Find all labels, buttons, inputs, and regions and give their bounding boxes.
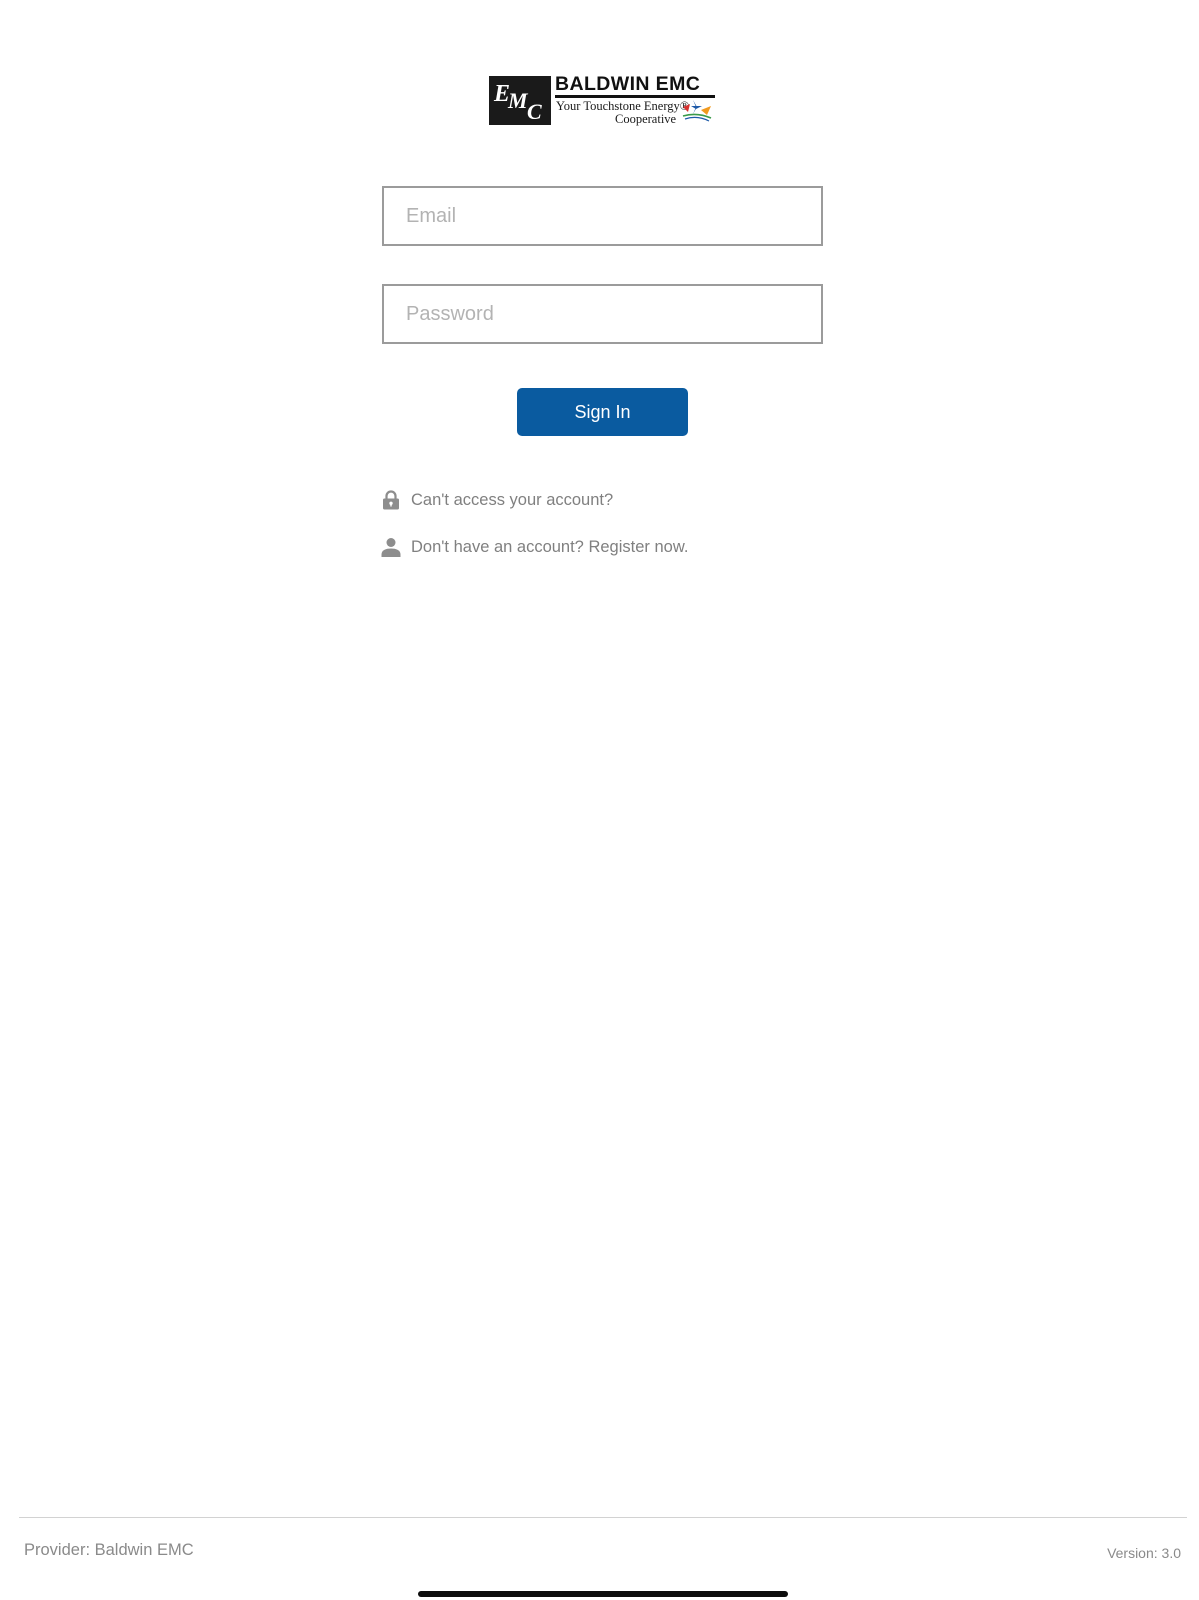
register-link[interactable]: Don't have an account? Register now. — [380, 536, 688, 558]
sign-in-button[interactable]: Sign In — [517, 388, 688, 436]
password-input[interactable] — [384, 286, 821, 342]
email-input[interactable] — [384, 188, 821, 244]
home-indicator[interactable] — [418, 1591, 788, 1597]
logo-tagline-cooperative: Cooperative — [615, 112, 677, 126]
register-label: Don't have an account? Register now. — [411, 537, 689, 556]
footer-divider — [19, 1517, 1187, 1518]
email-field-container[interactable] — [382, 186, 823, 246]
provider-text: Provider: Baldwin EMC — [24, 1541, 194, 1559]
person-icon — [380, 536, 402, 558]
touchstone-stars-icon — [682, 100, 712, 122]
cant-access-label: Can't access your account? — [411, 490, 614, 509]
emc-logo-mark: E M C — [489, 76, 551, 125]
version-text: Version: 3.0 — [1107, 1545, 1181, 1561]
lock-icon — [380, 489, 402, 511]
svg-text:C: C — [527, 99, 542, 124]
cant-access-account-link[interactable]: Can't access your account? — [380, 489, 613, 511]
logo-brand-name: BALDWIN EMC — [555, 73, 701, 95]
password-field-container[interactable] — [382, 284, 823, 344]
svg-text:M: M — [507, 88, 529, 113]
brand-logo: E M C BALDWIN EMC Your Touchstone Energy… — [489, 73, 715, 127]
